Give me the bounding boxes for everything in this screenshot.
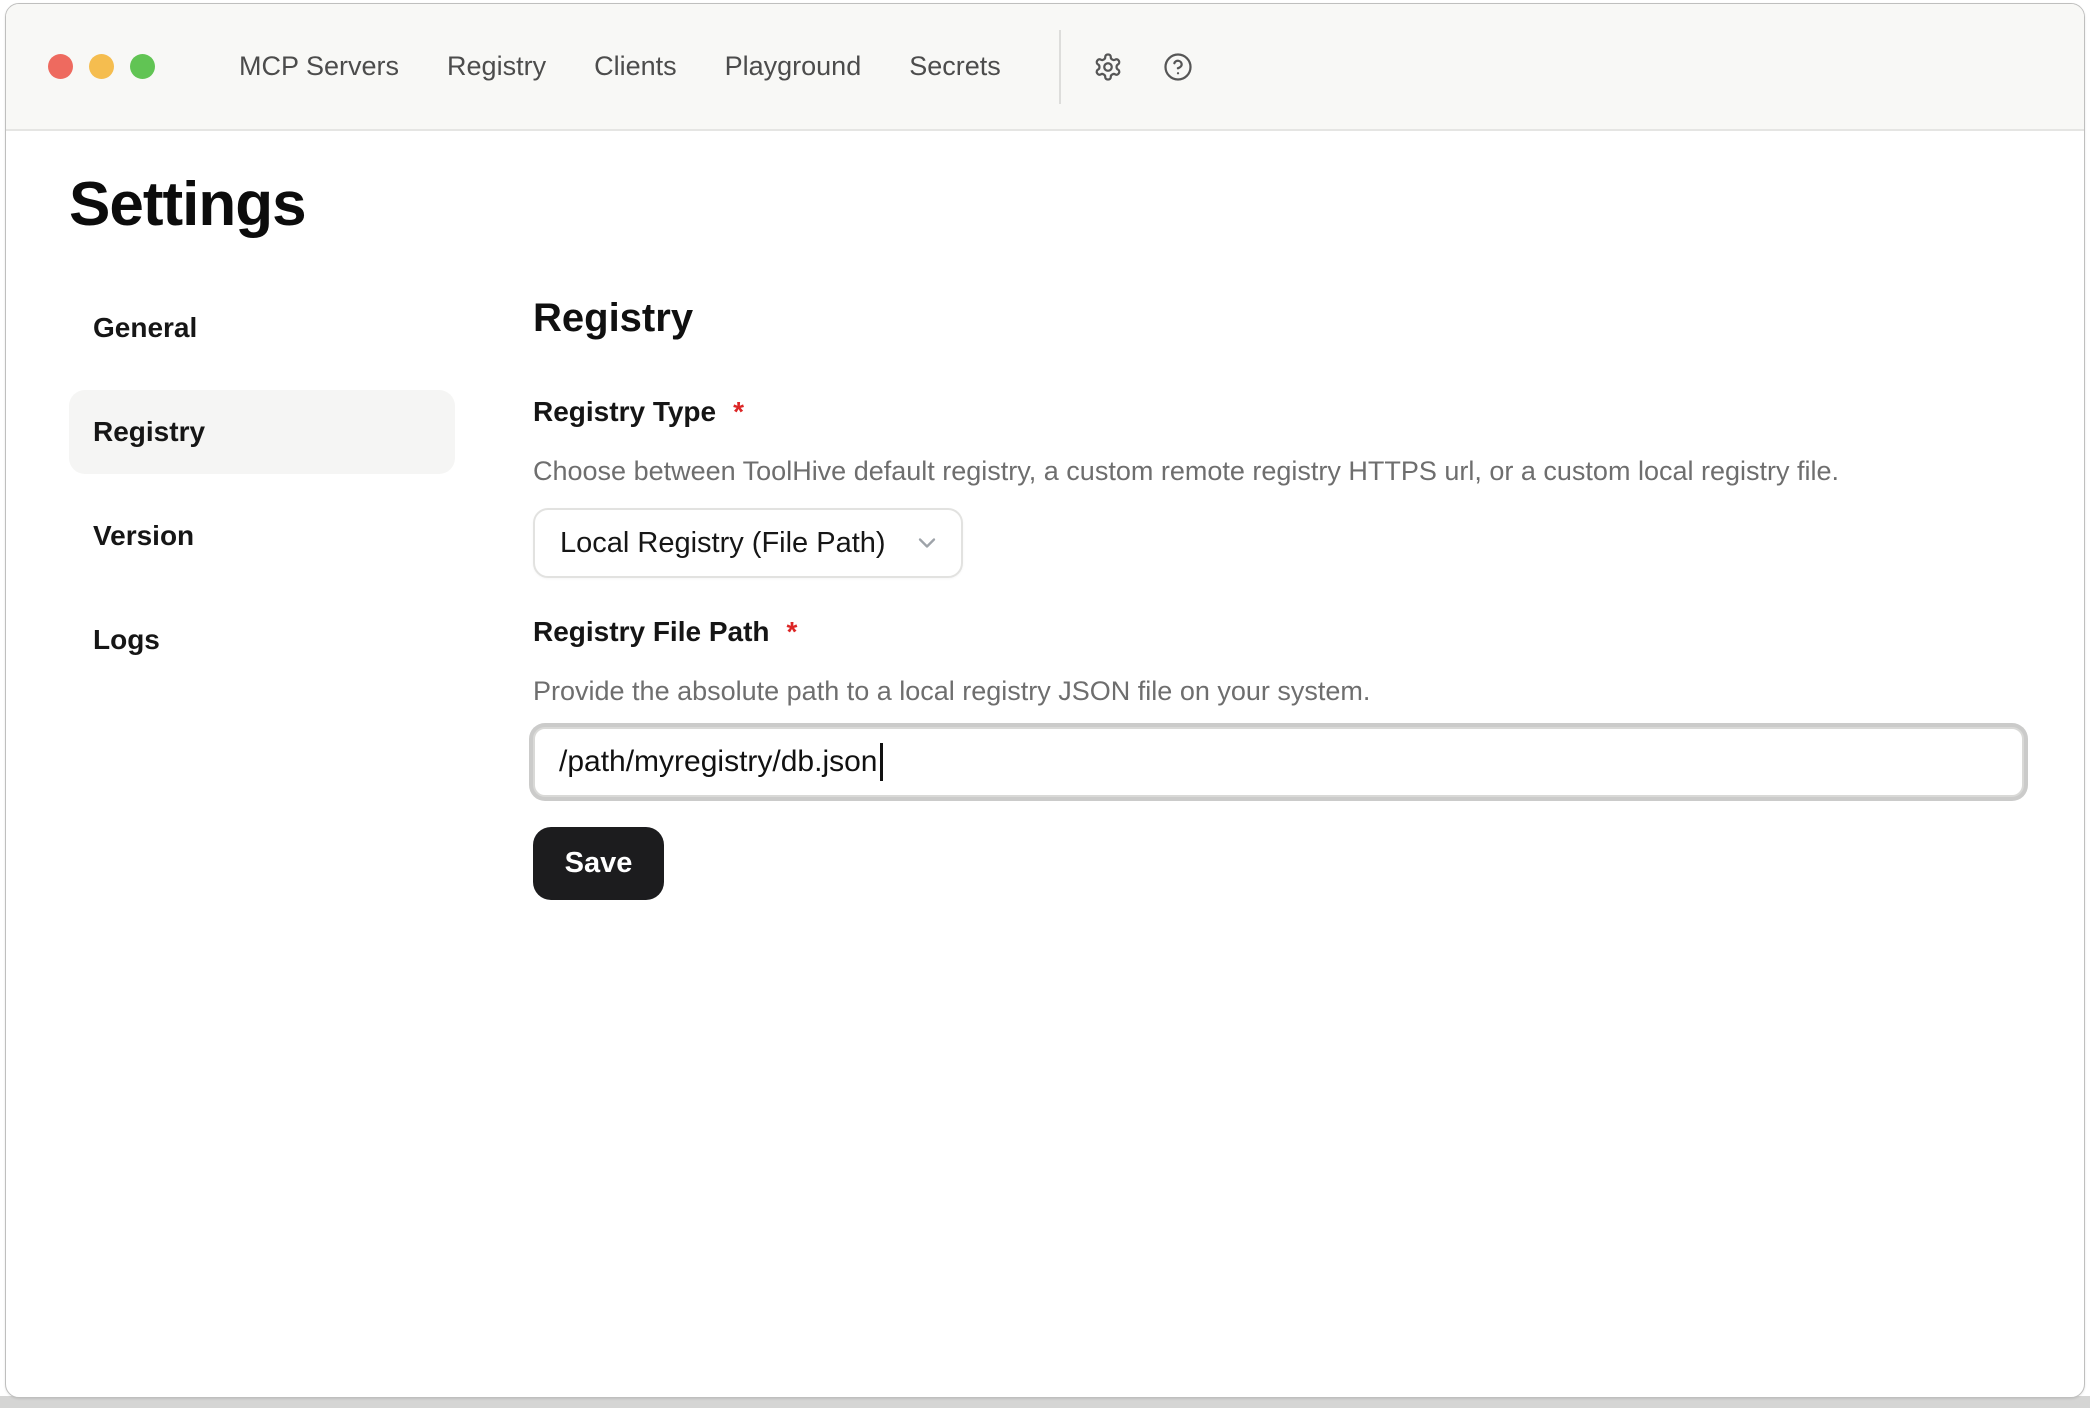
registry-file-path-label: Registry File Path *: [533, 614, 2024, 650]
page-title: Settings: [69, 169, 2024, 240]
settings-gear-icon[interactable]: [1093, 52, 1123, 82]
sidebar-item-label: General: [93, 312, 197, 344]
text-cursor: [880, 743, 883, 781]
registry-settings-pane: Registry Registry Type * Choose between …: [533, 286, 2024, 899]
settings-page: Settings General Registry Version Logs: [6, 169, 2084, 900]
settings-sidebar: General Registry Version Logs: [69, 286, 455, 899]
zoom-window-button[interactable]: [130, 54, 155, 79]
main-nav: MCP Servers Registry Clients Playground …: [239, 53, 1001, 80]
registry-file-path-input[interactable]: /path/myregistry/db.json: [533, 727, 2024, 797]
titlebar-icons: [1093, 52, 1193, 82]
nav-item-mcp-servers[interactable]: MCP Servers: [239, 53, 399, 80]
registry-type-description: Choose between ToolHive default registry…: [533, 453, 2024, 491]
titlebar: MCP Servers Registry Clients Playground …: [6, 4, 2084, 131]
nav-item-secrets[interactable]: Secrets: [909, 53, 1001, 80]
registry-type-label: Registry Type *: [533, 394, 2024, 430]
registry-type-select[interactable]: Local Registry (File Path): [533, 508, 963, 578]
registry-file-path-description: Provide the absolute path to a local reg…: [533, 673, 2024, 711]
sidebar-item-general[interactable]: General: [69, 286, 455, 370]
minimize-window-button[interactable]: [89, 54, 114, 79]
registry-type-selected-value: Local Registry (File Path): [560, 527, 886, 560]
sidebar-item-label: Version: [93, 520, 194, 552]
sidebar-item-label: Logs: [93, 624, 160, 656]
sidebar-item-registry[interactable]: Registry: [69, 390, 455, 474]
chevron-down-icon: [913, 529, 941, 557]
nav-item-clients[interactable]: Clients: [594, 53, 677, 80]
required-asterisk: *: [787, 614, 798, 650]
app-window: MCP Servers Registry Clients Playground …: [5, 3, 2085, 1398]
nav-item-playground[interactable]: Playground: [725, 53, 862, 80]
traffic-lights: [48, 54, 155, 79]
sidebar-item-version[interactable]: Version: [69, 494, 455, 578]
registry-file-path-value: /path/myregistry/db.json: [559, 747, 877, 777]
required-asterisk: *: [733, 394, 744, 430]
nav-item-registry[interactable]: Registry: [447, 53, 546, 80]
sidebar-item-logs[interactable]: Logs: [69, 598, 455, 682]
titlebar-divider: [1059, 30, 1061, 104]
close-window-button[interactable]: [48, 54, 73, 79]
sidebar-item-label: Registry: [93, 416, 205, 448]
pane-heading: Registry: [533, 294, 2024, 342]
save-button[interactable]: Save: [533, 827, 664, 900]
help-icon[interactable]: [1163, 52, 1193, 82]
